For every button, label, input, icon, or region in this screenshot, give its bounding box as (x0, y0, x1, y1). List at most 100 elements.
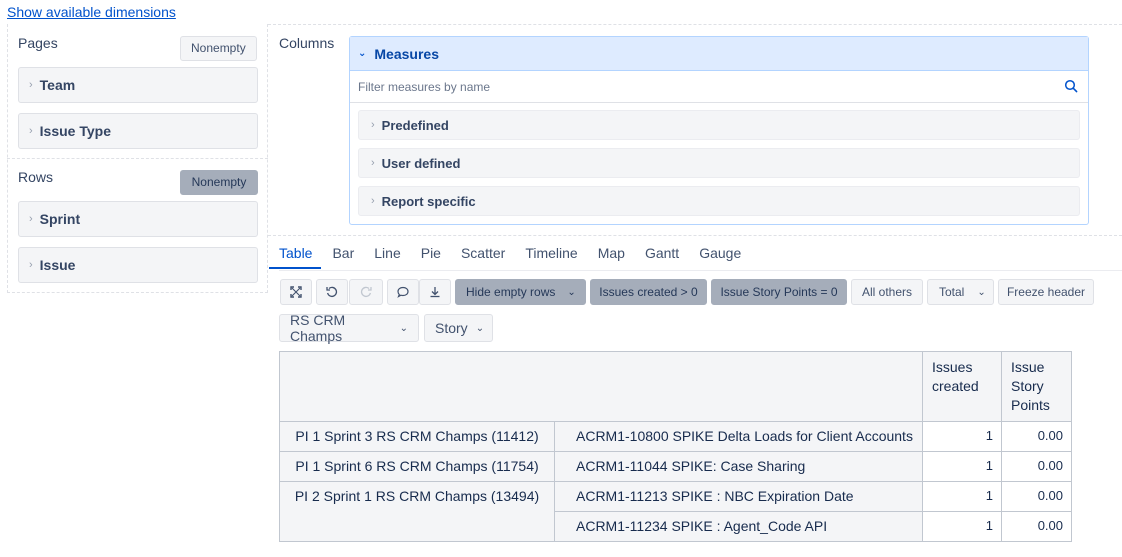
issue-cell[interactable]: ACRM1-11044 SPIKE: Case Sharing (554, 451, 923, 482)
chevron-right-icon: › (29, 259, 33, 271)
pages-item-team[interactable]: › Team (18, 67, 258, 103)
tab-timeline[interactable]: Timeline (525, 245, 577, 269)
team-page-select[interactable]: RS CRM Champs ⌄ (279, 312, 419, 344)
story-points-cell: 0.00 (1001, 511, 1072, 542)
team-select-value: RS CRM Champs (290, 312, 346, 344)
rows-item-issue[interactable]: › Issue (18, 247, 258, 283)
chevron-right-icon: › (371, 119, 375, 131)
undo-icon (325, 285, 339, 299)
measures-group-user-defined[interactable]: › User defined (358, 148, 1080, 178)
header-line: Issue (1011, 359, 1045, 375)
issues-created-cell: 1 (922, 421, 1002, 452)
pages-rows-divider (7, 158, 268, 159)
tab-scatter[interactable]: Scatter (461, 245, 505, 269)
dimension-label: Issue (39, 257, 76, 273)
chevron-right-icon: › (29, 79, 33, 91)
top-divider (268, 24, 1122, 25)
chevron-down-icon: ⌄ (475, 322, 485, 334)
table-row: PI 2 Sprint 1 RS CRM Champs (13494) ACRM… (279, 481, 1072, 542)
story-points-cell: 0.00 (1001, 451, 1072, 482)
tab-pie[interactable]: Pie (421, 245, 441, 269)
tab-table[interactable]: Table (269, 245, 322, 269)
measures-header[interactable]: ⌄ Measures (350, 37, 1088, 71)
sprint-cell[interactable]: PI 1 Sprint 6 RS CRM Champs (11754) (279, 451, 555, 482)
chevron-down-icon: ⌄ (358, 48, 367, 59)
measures-panel: ⌄ Measures Filter measures by name › Pre… (349, 36, 1089, 225)
issue-type-page-select[interactable]: Story ⌄ (424, 314, 493, 342)
freeze-header-button[interactable]: Freeze header (998, 279, 1094, 305)
columns-label: Columns (279, 35, 335, 51)
table-row: PI 1 Sprint 6 RS CRM Champs (11754) ACRM… (279, 451, 1072, 482)
chevron-right-icon: › (29, 125, 33, 137)
table-row: PI 1 Sprint 3 RS CRM Champs (11412) ACRM… (279, 421, 1072, 452)
filter-placeholder: Filter measures by name (358, 79, 491, 94)
search-icon[interactable] (1064, 79, 1078, 93)
issue-cell[interactable]: ACRM1-10800 SPIKE Delta Loads for Client… (554, 421, 923, 452)
issues-created-cell: 1 (922, 481, 1002, 512)
chevron-down-icon: ⌄ (567, 286, 576, 298)
story-points-cell: 0.00 (1001, 421, 1072, 452)
tab-map[interactable]: Map (598, 245, 625, 269)
measures-filter-input[interactable]: Filter measures by name (350, 71, 1088, 103)
report-table: Issues created Issue Story Points PI 1 S… (279, 351, 1072, 542)
measures-group-report-specific[interactable]: › Report specific (358, 186, 1080, 216)
tab-bar[interactable]: Bar (332, 245, 354, 269)
header-line: created (932, 378, 979, 394)
dimension-label: Team (39, 77, 76, 93)
expand-icon (289, 285, 303, 299)
sprint-cell[interactable]: PI 1 Sprint 3 RS CRM Champs (11412) (279, 421, 555, 452)
total-button[interactable]: Total ⌄ (927, 279, 994, 305)
rows-item-sprint[interactable]: › Sprint (18, 201, 258, 237)
total-label: Total (939, 285, 965, 299)
group-label: User defined (381, 155, 461, 171)
tab-gantt[interactable]: Gantt (645, 245, 679, 269)
pages-label: Pages (18, 35, 58, 51)
download-icon (428, 285, 442, 299)
header-line: Points (1011, 397, 1050, 413)
pages-item-issue-type[interactable]: › Issue Type (18, 113, 258, 149)
issue-cell[interactable]: ACRM1-11213 SPIKE : NBC Expiration Date (554, 481, 923, 512)
chevron-down-icon: ⌄ (977, 286, 986, 298)
issues-created-filter-button[interactable]: Issues created > 0 (590, 279, 707, 305)
issue-cell[interactable]: ACRM1-11234 SPIKE : Agent_Code API (554, 511, 923, 542)
column-header-story-points[interactable]: Issue Story Points (1001, 351, 1072, 422)
hide-empty-rows-label: Hide empty rows (466, 285, 556, 299)
column-header-issues-created[interactable]: Issues created (922, 351, 1002, 422)
dimension-label: Issue Type (39, 123, 111, 139)
story-points-filter-button[interactable]: Issue Story Points = 0 (711, 279, 847, 305)
group-label: Report specific (381, 193, 476, 209)
tabs-underline (279, 270, 1122, 271)
undo-button[interactable] (316, 279, 348, 305)
rows-nonempty-button[interactable]: Nonempty (180, 170, 258, 195)
download-button[interactable] (419, 279, 451, 305)
redo-icon (359, 285, 373, 299)
sprint-cell[interactable]: PI 2 Sprint 1 RS CRM Champs (13494) (279, 481, 555, 542)
tab-gauge[interactable]: Gauge (699, 245, 741, 269)
pages-nonempty-button[interactable]: Nonempty (180, 36, 257, 61)
columns-divider (268, 235, 1122, 236)
all-others-button[interactable]: All others (851, 279, 923, 305)
measures-group-predefined[interactable]: › Predefined (358, 110, 1080, 140)
header-line: Story (1011, 378, 1044, 394)
dimension-label: Sprint (39, 211, 81, 227)
comment-button[interactable] (387, 279, 419, 305)
chevron-right-icon: › (371, 195, 375, 207)
issues-created-cell: 1 (922, 451, 1002, 482)
rows-label: Rows (18, 169, 54, 185)
comment-icon (396, 285, 410, 299)
redo-button[interactable] (349, 279, 383, 305)
table-header-row: Issues created Issue Story Points (279, 351, 1072, 422)
tab-line[interactable]: Line (374, 245, 400, 269)
show-available-dimensions-link[interactable]: Show available dimensions (7, 4, 176, 20)
issues-created-cell: 1 (922, 511, 1002, 542)
chevron-right-icon: › (371, 157, 375, 169)
group-label: Predefined (381, 117, 449, 133)
hide-empty-rows-button[interactable]: Hide empty rows ⌄ (455, 279, 586, 305)
header-line: Issues (932, 359, 973, 375)
expand-button[interactable] (280, 279, 312, 305)
table-corner-cell (279, 351, 923, 422)
view-tabs: Table Bar Line Pie Scatter Timeline Map … (269, 245, 761, 269)
story-points-cell: 0.00 (1001, 481, 1072, 512)
issue-type-select-value: Story (435, 320, 468, 336)
chevron-right-icon: › (29, 213, 33, 225)
